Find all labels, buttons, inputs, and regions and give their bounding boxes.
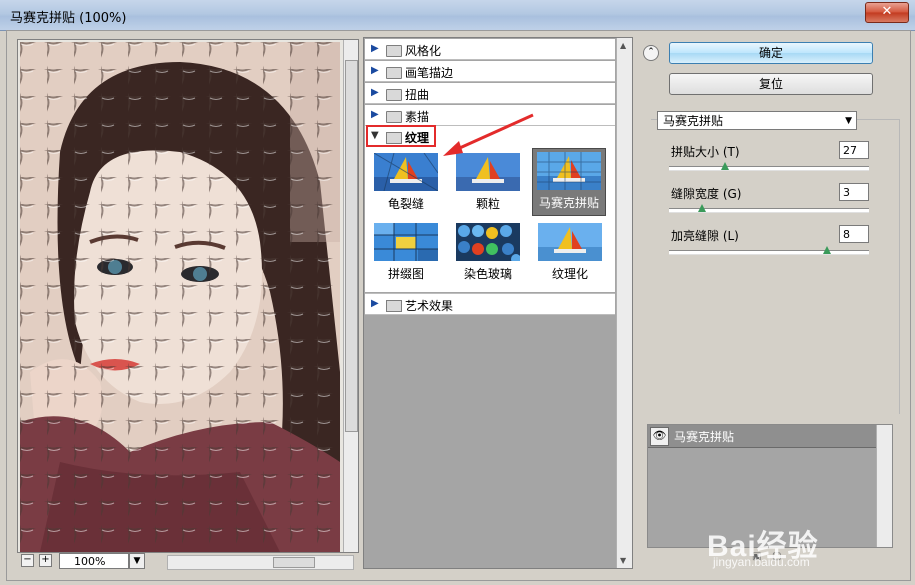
zoom-level-field[interactable]: 100% (59, 553, 129, 569)
effect-layer-label: 马赛克拼贴 (674, 430, 735, 444)
lighten-grout-field[interactable]: 8 (839, 225, 869, 243)
lighten-grout-slider[interactable] (669, 246, 869, 255)
zoom-in-button[interactable]: + (39, 554, 52, 567)
tile-size-field[interactable]: 27 (839, 141, 869, 159)
scrollbar-thumb[interactable] (345, 60, 358, 432)
folder-icon (386, 45, 402, 57)
lighten-grout-label: 加亮缝隙 (L) (671, 229, 739, 243)
category-label: 素描 (405, 110, 430, 124)
thumb-mosaic-tiles[interactable]: 马赛克拼贴 (532, 148, 606, 216)
category-brush-strokes[interactable]: ▶ 画笔描边 (365, 61, 615, 82)
slider-knob[interactable] (720, 162, 729, 170)
thumb-patchwork[interactable]: 拼缀图 (370, 220, 442, 286)
double-chevron-up-icon: ⌃ (647, 47, 655, 57)
expand-triangle-icon: ▶ (371, 298, 379, 309)
gallery-scrollbar[interactable]: ▲ ▼ (616, 38, 632, 568)
close-icon: ✕ (881, 4, 893, 19)
stained-glass-thumbnail (456, 223, 520, 261)
ok-button[interactable]: 确定 (669, 42, 873, 64)
zoom-out-button[interactable]: − (21, 554, 34, 567)
grout-width-label: 缝隙宽度 (G) (671, 187, 742, 201)
effect-layer-row[interactable]: 👁 马赛克拼贴 (648, 425, 876, 448)
filter-select-value: 马赛克拼贴 (663, 114, 724, 128)
filter-gallery-dialog: − + 100% ▼ ▶ 风格化 ▶ 画笔描边 ▶ 扭曲 ▶ 素描 ▼ 纹理 龟… (6, 30, 911, 581)
preview-vertical-scrollbar[interactable] (343, 40, 358, 552)
scrollbar-thumb[interactable] (273, 557, 315, 568)
grout-width-slider[interactable] (669, 204, 869, 213)
window-title: 马赛克拼贴 (100%) (10, 11, 127, 26)
thumbnail-label: 拼缀图 (387, 267, 424, 281)
category-label: 艺术效果 (405, 299, 454, 313)
zoom-dropdown[interactable]: ▼ (129, 553, 145, 569)
thumbnail-image (456, 223, 520, 261)
annotation-arrow-icon (443, 113, 534, 156)
preview-horizontal-scrollbar[interactable] (167, 555, 354, 570)
thumb-texturizer[interactable]: 纹理化 (534, 220, 606, 286)
folder-icon (386, 67, 402, 79)
patchwork-thumbnail (374, 223, 438, 261)
thumb-stained-glass[interactable]: 染色玻璃 (452, 220, 524, 286)
baidu-watermark-url: jingyan.baidu.com (713, 555, 810, 569)
thumbnail-label: 马赛克拼贴 (538, 196, 599, 210)
settings-panel (651, 119, 900, 414)
eye-icon[interactable]: 👁 (650, 427, 669, 446)
layer-scrollbar[interactable] (876, 425, 892, 547)
tile-size-slider[interactable] (669, 162, 869, 171)
category-stylize[interactable]: ▶ 风格化 (365, 39, 615, 60)
thumb-craquelure[interactable]: 龟裂缝 (370, 150, 442, 216)
slider-knob[interactable] (822, 246, 831, 254)
thumbnail-image (538, 223, 602, 261)
category-artistic[interactable]: ▶ 艺术效果 (365, 293, 615, 315)
folder-icon (386, 300, 402, 312)
sailboat-thumbnail (374, 153, 438, 191)
expand-triangle-icon: ▶ (371, 65, 379, 76)
category-label: 画笔描边 (405, 66, 454, 80)
thumbnail-image (374, 223, 438, 261)
close-button[interactable]: ✕ (865, 2, 909, 23)
title-bar: 马赛克拼贴 (100%) ✕ (0, 0, 915, 31)
preview-area[interactable] (17, 39, 359, 553)
preview-controls: − + 100% ▼ (17, 553, 357, 571)
folder-icon (386, 89, 402, 101)
chevron-down-icon: ▼ (845, 116, 852, 126)
expand-triangle-icon: ▶ (371, 43, 379, 54)
expand-triangle-icon: ▶ (371, 109, 379, 120)
category-label: 风格化 (405, 44, 442, 58)
tile-size-label: 拼贴大小 (T) (671, 145, 740, 159)
reset-button[interactable]: 复位 (669, 73, 873, 95)
texture-thumbnails: 龟裂缝 颗粒 马赛克拼贴 拼缀图 染色玻璃 纹理化 (365, 148, 615, 292)
thumbnail-image (374, 153, 438, 191)
sailboat-thumbnail (537, 152, 601, 190)
collapse-gallery-button[interactable]: ⌃ (643, 45, 659, 61)
category-label: 扭曲 (405, 88, 430, 102)
portrait-illustration (20, 42, 340, 552)
slider-knob[interactable] (697, 204, 706, 212)
folder-icon (386, 111, 402, 123)
category-distort[interactable]: ▶ 扭曲 (365, 83, 615, 104)
thumbnail-label: 染色玻璃 (463, 267, 512, 281)
thumbnail-label: 龟裂缝 (387, 197, 424, 211)
preview-image (20, 42, 340, 552)
highlight-box (366, 125, 436, 147)
grout-width-field[interactable]: 3 (839, 183, 869, 201)
scroll-down-icon[interactable]: ▼ (620, 556, 626, 565)
thumbnail-label: 纹理化 (551, 267, 588, 281)
thumbnail-image (537, 152, 601, 190)
thumbnail-label: 颗粒 (475, 197, 500, 211)
sailboat-thumbnail (538, 223, 602, 261)
expand-triangle-icon: ▶ (371, 87, 379, 98)
chevron-down-icon: ▼ (133, 556, 141, 566)
filter-select[interactable]: 马赛克拼贴 ▼ (657, 111, 857, 130)
scroll-up-icon[interactable]: ▲ (620, 41, 626, 50)
